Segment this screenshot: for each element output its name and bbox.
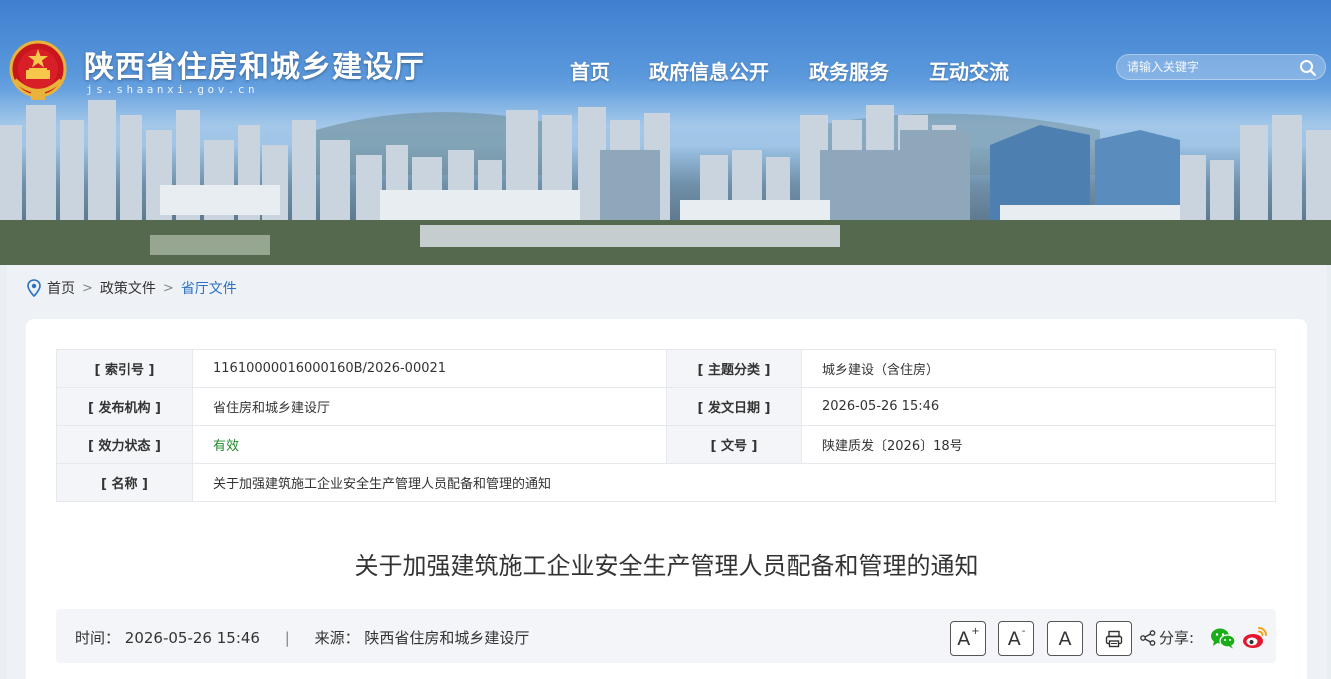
share-icon	[1140, 630, 1156, 646]
doc-no-label: [ 文号 ]	[666, 425, 802, 464]
time-value: 2026-05-26 15:46	[124, 629, 260, 647]
document-meta-table: [ 索引号 ] 11610000016000160B/2026-00021 [ …	[56, 349, 1276, 502]
share-label: 分享:	[1159, 629, 1195, 647]
font-reset-label: A	[1058, 627, 1072, 650]
national-emblem-icon	[9, 40, 67, 100]
breadcrumb-policy-files[interactable]: 政策文件	[100, 278, 156, 298]
site-title[interactable]: 陕西省住房和城乡建设厅	[84, 42, 425, 86]
doc-no-value: 陕建质发〔2026〕18号	[801, 425, 1276, 464]
breadcrumb: 首页 > 政策文件 > 省厅文件	[27, 278, 237, 298]
source-value: 陕西省住房和城乡建设厅	[364, 629, 530, 647]
topic-value: 城乡建设（含住房）	[801, 349, 1276, 388]
table-row: [ 索引号 ] 11610000016000160B/2026-00021 [ …	[56, 349, 1276, 388]
nav-gov-services[interactable]: 政务服务	[809, 56, 889, 85]
table-row: [ 效力状态 ] 有效 [ 文号 ] 陕建质发〔2026〕18号	[56, 425, 1276, 464]
weibo-icon[interactable]	[1242, 626, 1268, 650]
topic-label: [ 主题分类 ]	[666, 349, 802, 388]
font-larger-sup: +	[971, 626, 980, 637]
nav-gov-info-disclosure[interactable]: 政府信息公开	[649, 56, 769, 85]
publisher-label: [ 发布机构 ]	[56, 387, 193, 426]
font-smaller-button[interactable]: A-	[998, 621, 1034, 656]
content-area: 首页 > 政策文件 > 省厅文件 [ 索引号 ] 116100000160001…	[7, 265, 1327, 679]
wechat-icon[interactable]	[1210, 627, 1236, 649]
index-no-label: [ 索引号 ]	[56, 349, 193, 388]
header-banner: 陕西省住房和城乡建设厅 js.shaanxi.gov.cn 首页 政府信息公开 …	[0, 0, 1331, 265]
article-info-bar: 时间： 2026-05-26 15:46 | 来源： 陕西省住房和城乡建设厅 A…	[56, 609, 1276, 663]
time-label: 时间：	[75, 629, 121, 647]
search-input[interactable]	[1117, 55, 1297, 79]
name-label: [ 名称 ]	[56, 463, 193, 502]
search-icon[interactable]	[1299, 59, 1317, 77]
site-domain: js.shaanxi.gov.cn	[86, 83, 259, 96]
location-pin-icon	[27, 279, 41, 297]
name-value: 关于加强建筑施工企业安全生产管理人员配备和管理的通知	[192, 463, 1276, 502]
font-larger-button[interactable]: A +	[950, 621, 986, 656]
index-no-value: 11610000016000160B/2026-00021	[192, 349, 667, 388]
article-card: [ 索引号 ] 11610000016000160B/2026-00021 [ …	[26, 319, 1307, 679]
breadcrumb-dept-files[interactable]: 省厅文件	[181, 278, 237, 298]
info-divider: |	[284, 629, 290, 647]
font-smaller-label: A	[1007, 627, 1021, 650]
status-label: [ 效力状态 ]	[56, 425, 193, 464]
font-larger-label: A	[957, 627, 971, 650]
article-title: 关于加强建筑施工企业安全生产管理人员配备和管理的通知	[354, 552, 979, 580]
nav-home[interactable]: 首页	[570, 56, 610, 85]
font-reset-button[interactable]: A	[1047, 621, 1083, 656]
publisher-value: 省住房和城乡建设厅	[192, 387, 667, 426]
font-smaller-sup: -	[1021, 626, 1026, 637]
table-row: [ 名称 ] 关于加强建筑施工企业安全生产管理人员配备和管理的通知	[56, 463, 1276, 502]
city-skyline-image	[0, 100, 1331, 265]
status-value: 有效	[192, 425, 667, 464]
article-info-text: 时间： 2026-05-26 15:46 | 来源： 陕西省住房和城乡建设厅	[75, 627, 529, 648]
table-row: [ 发布机构 ] 省住房和城乡建设厅 [ 发文日期 ] 2026-05-26 1…	[56, 387, 1276, 426]
issue-date-value: 2026-05-26 15:46	[801, 387, 1276, 426]
nav-interaction[interactable]: 互动交流	[929, 56, 1009, 85]
issue-date-label: [ 发文日期 ]	[666, 387, 802, 426]
search-box	[1116, 54, 1326, 80]
print-icon	[1105, 630, 1123, 647]
source-label: 来源：	[314, 629, 360, 647]
breadcrumb-separator: >	[82, 280, 93, 296]
print-button[interactable]	[1096, 621, 1132, 656]
breadcrumb-home[interactable]: 首页	[47, 278, 75, 298]
breadcrumb-separator: >	[162, 280, 174, 296]
